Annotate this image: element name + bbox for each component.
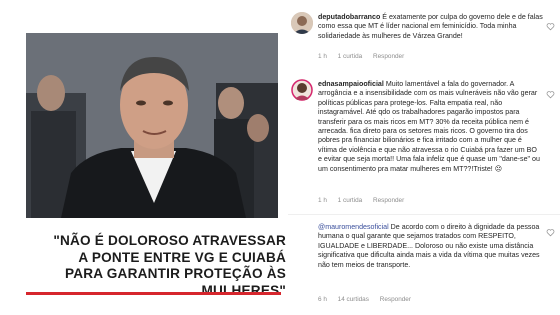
comment-time: 1 h <box>318 53 327 60</box>
comment-item: @mauromendesoficial De acordo com o dire… <box>288 218 560 315</box>
heart-outline-icon[interactable] <box>546 22 555 31</box>
photo-illustration <box>26 33 278 218</box>
comment-likes[interactable]: 1 curtida <box>338 53 363 60</box>
comments-panel: deputadobarranco É exatamente por culpa … <box>288 0 560 315</box>
comment-username[interactable]: ednasampaiooficial <box>318 80 384 88</box>
heart-outline-icon[interactable] <box>546 228 555 237</box>
comment-text: Muito lamentável a fala do governador. A… <box>318 80 540 173</box>
avatar[interactable] <box>291 79 313 101</box>
reply-button[interactable]: Responder <box>380 296 411 303</box>
comment-body: ednasampaiooficial Muito lamentável a fa… <box>318 80 540 174</box>
accent-divider <box>26 292 281 295</box>
avatar-icon <box>291 12 313 34</box>
avatar[interactable] <box>291 12 313 34</box>
comment-time: 1 h <box>318 197 327 204</box>
avatar-icon <box>291 79 313 101</box>
comment-body: deputadobarranco É exatamente por culpa … <box>318 13 548 41</box>
comment-likes[interactable]: 14 curtidas <box>338 296 369 303</box>
section-divider <box>288 214 560 215</box>
comment-username[interactable]: deputadobarranco <box>318 13 380 21</box>
comment-mention[interactable]: @mauromendesoficial <box>318 223 389 231</box>
comment-likes[interactable]: 1 curtida <box>338 197 363 204</box>
comment-meta: 1 h 1 curtida Responder <box>318 197 413 204</box>
heart-outline-icon[interactable] <box>546 90 555 99</box>
comment-meta: 6 h 14 curtidas Responder <box>318 296 420 303</box>
article-panel: "NÃO É DOLOROSO ATRAVESSAR A PONTE ENTRE… <box>0 0 288 315</box>
governor-photo <box>26 33 278 218</box>
reply-button[interactable]: Responder <box>373 53 404 60</box>
comment-item: ednasampaiooficial Muito lamentável a fa… <box>288 72 560 207</box>
reply-button[interactable]: Responder <box>373 197 404 204</box>
headline-quote: "NÃO É DOLOROSO ATRAVESSAR A PONTE ENTRE… <box>53 233 286 298</box>
comment-body: @mauromendesoficial De acordo com o dire… <box>318 223 546 270</box>
comment-meta: 1 h 1 curtida Responder <box>318 53 413 60</box>
comment-time: 6 h <box>318 296 327 303</box>
comment-item: deputadobarranco É exatamente por culpa … <box>288 0 560 62</box>
